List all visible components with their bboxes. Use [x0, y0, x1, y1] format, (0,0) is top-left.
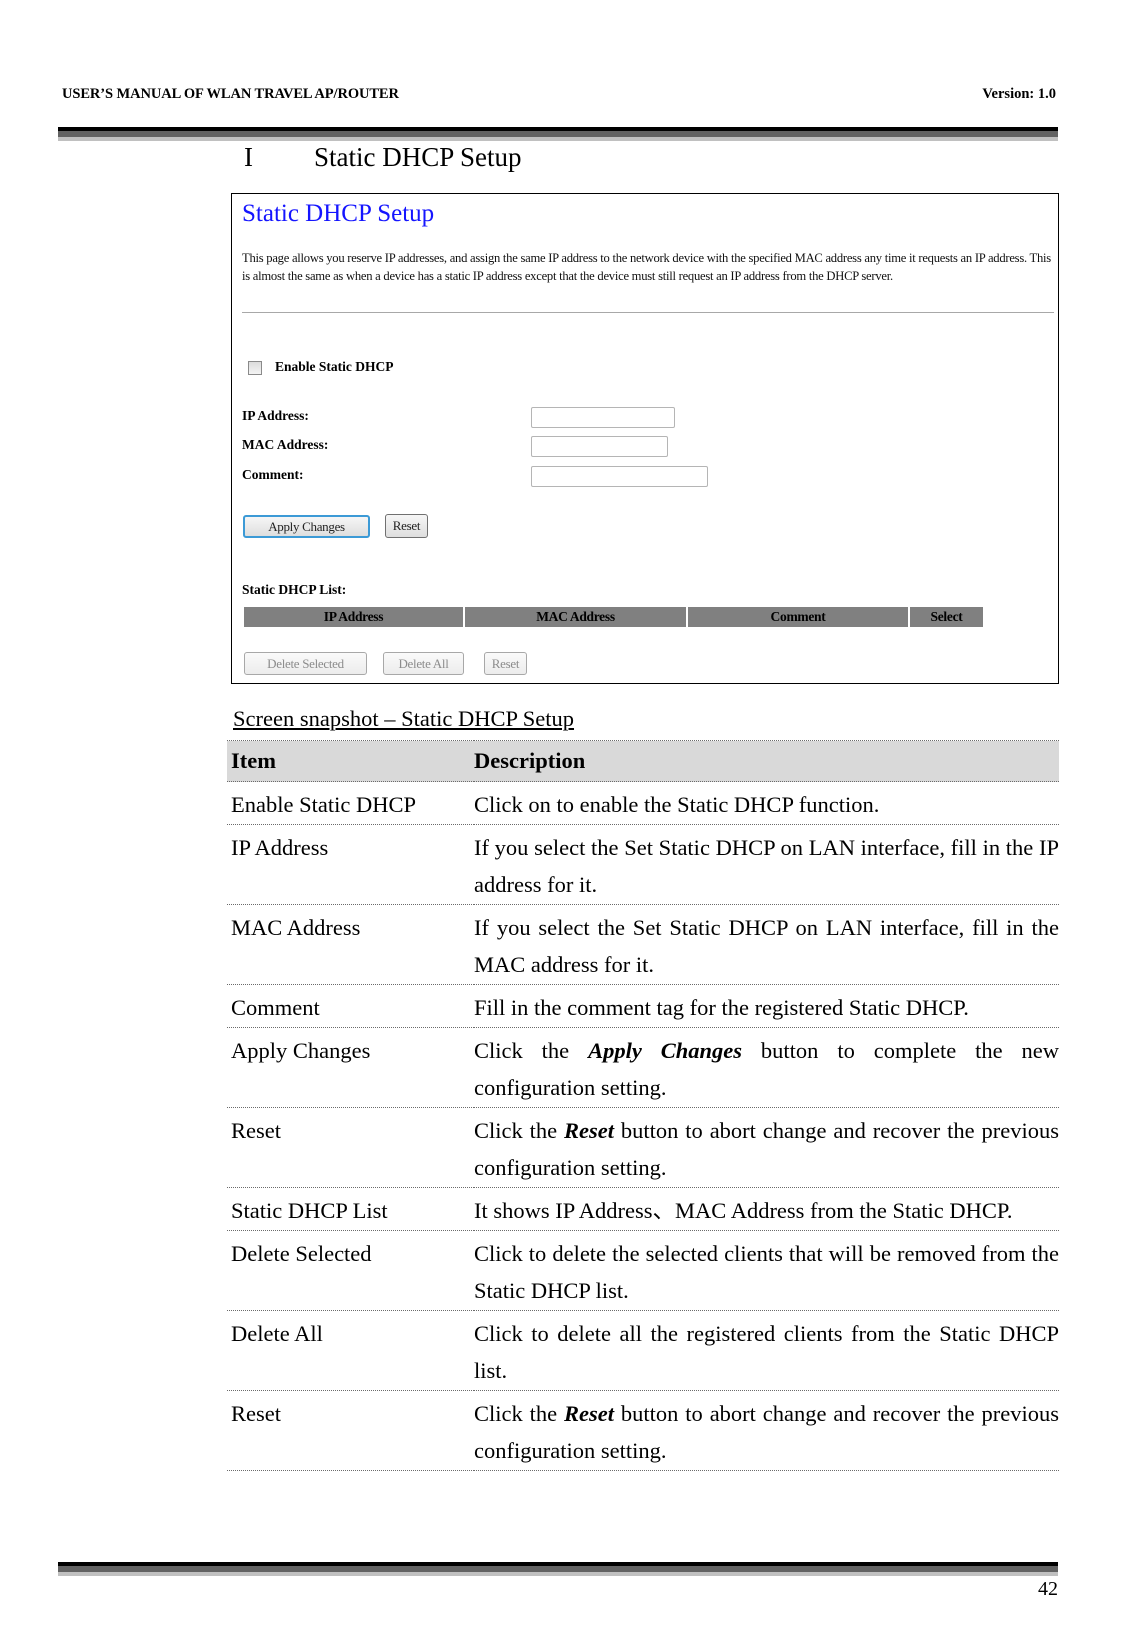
description-table: Item Description Enable Static DHCP Click… — [227, 740, 1059, 1471]
header-description: Description — [474, 740, 1059, 782]
mac-address-input[interactable] — [531, 436, 668, 457]
column-comment: Comment — [688, 607, 908, 627]
list-reset-button[interactable]: Reset — [484, 652, 527, 675]
row-description: It shows IP Address、MAC Address from the… — [474, 1188, 1059, 1231]
row-item: Delete All — [231, 1321, 323, 1346]
row-description: Fill in the comment tag for the register… — [474, 985, 1059, 1028]
static-dhcp-list-label: Static DHCP List: — [242, 582, 347, 597]
row-description: Click to delete all the registered clien… — [474, 1311, 1059, 1391]
description-emphasis: Reset — [564, 1401, 615, 1426]
row-item: Comment — [231, 995, 320, 1020]
table-row: Delete All Click to delete all the regist… — [227, 1310, 1059, 1391]
description-text: It shows IP Address、MAC Address from the… — [474, 1198, 1013, 1223]
row-description: Click the Reset button to abort change a… — [474, 1391, 1059, 1471]
enable-static-dhcp-checkbox[interactable] — [248, 361, 262, 375]
delete-all-button[interactable]: Delete All — [383, 652, 464, 675]
column-select: Select — [910, 607, 983, 627]
page-number: 42 — [1038, 1578, 1058, 1600]
table-row: IP Address If you select the Set Static D… — [227, 824, 1059, 905]
table-row: Static DHCP List It shows IP Address、MAC … — [227, 1187, 1059, 1231]
row-description: Click the Reset button to abort change a… — [474, 1108, 1059, 1188]
description-text: If you select the Set Static DHCP on LAN… — [474, 915, 1059, 977]
row-description: Click the Apply Changes button to comple… — [474, 1028, 1059, 1108]
section-title: Static DHCP Setup — [314, 142, 522, 172]
row-description: Click on to enable the Static DHCP funct… — [474, 782, 1059, 825]
ip-address-input[interactable] — [531, 407, 675, 428]
row-item: IP Address — [231, 835, 329, 860]
table-row: Reset Click the Reset button to abort cha… — [227, 1390, 1059, 1471]
description-text: If you select the Set Static DHCP on LAN… — [474, 835, 1059, 897]
column-ip-address: IP Address — [244, 607, 463, 627]
table-row: Delete Selected Click to delete the selec… — [227, 1230, 1059, 1311]
section-heading: I Static DHCP Setup — [244, 142, 522, 173]
table-header-row: Item Description — [227, 740, 1059, 782]
row-description: If you select the Set Static DHCP on LAN… — [474, 825, 1059, 905]
row-item: Enable Static DHCP — [231, 792, 416, 817]
reset-button[interactable]: Reset — [385, 514, 428, 538]
description-emphasis: Apply Changes — [588, 1038, 742, 1063]
description-text: Click the — [474, 1118, 565, 1143]
description-text: Click to delete all the registered clien… — [474, 1321, 1059, 1383]
divider — [242, 312, 1054, 313]
row-description: Click to delete the selected clients tha… — [474, 1231, 1059, 1311]
description-text: Click the — [474, 1038, 589, 1063]
static-dhcp-list-header: IP Address MAC Address Comment Select — [244, 607, 983, 627]
row-item: MAC Address — [231, 915, 361, 940]
row-description: If you select the Set Static DHCP on LAN… — [474, 905, 1059, 985]
section-number: I — [244, 142, 253, 172]
ip-address-label: IP Address: — [242, 408, 309, 423]
header-item: Item — [227, 740, 474, 782]
table-row: Comment Fill in the comment tag for the r… — [227, 984, 1059, 1028]
row-item: Reset — [231, 1118, 281, 1143]
description-text: Click to delete the selected clients tha… — [474, 1241, 1059, 1303]
footer-rule — [58, 1562, 1058, 1576]
description-text: Click on to enable the Static DHCP funct… — [474, 792, 880, 817]
static-dhcp-screenshot: Static DHCP Setup This page allows you r… — [231, 193, 1059, 684]
delete-selected-button[interactable]: Delete Selected — [244, 652, 367, 675]
table-row: Enable Static DHCP Click on to enable the… — [227, 781, 1059, 825]
row-item: Apply Changes — [231, 1038, 371, 1063]
apply-changes-button[interactable]: Apply Changes — [243, 515, 370, 538]
manual-title: USER’S MANUAL OF WLAN TRAVEL AP/ROUTER — [62, 86, 399, 102]
row-item: Reset — [231, 1401, 281, 1426]
column-mac-address: MAC Address — [465, 607, 686, 627]
screenshot-description: This page allows you reserve IP addresse… — [242, 251, 1051, 283]
comment-label: Comment: — [242, 467, 304, 482]
mac-address-label: MAC Address: — [242, 437, 329, 452]
figure-caption: Screen snapshot – Static DHCP Setup — [233, 706, 575, 731]
comment-input[interactable] — [531, 466, 708, 487]
description-text: Fill in the comment tag for the register… — [474, 995, 969, 1020]
table-row: MAC Address If you select the Set Static … — [227, 904, 1059, 985]
row-item: Delete Selected — [231, 1241, 372, 1266]
version-label: Version: 1.0 — [982, 86, 1056, 102]
row-item: Static DHCP List — [231, 1198, 388, 1223]
header-rule — [58, 127, 1058, 141]
screenshot-title: Static DHCP Setup — [242, 200, 435, 227]
description-text: Click the — [474, 1401, 565, 1426]
enable-static-dhcp-label: Enable Static DHCP — [275, 359, 394, 374]
description-emphasis: Reset — [564, 1118, 615, 1143]
table-row: Reset Click the Reset button to abort cha… — [227, 1107, 1059, 1188]
table-row: Apply Changes Click the Apply Changes but… — [227, 1027, 1059, 1108]
